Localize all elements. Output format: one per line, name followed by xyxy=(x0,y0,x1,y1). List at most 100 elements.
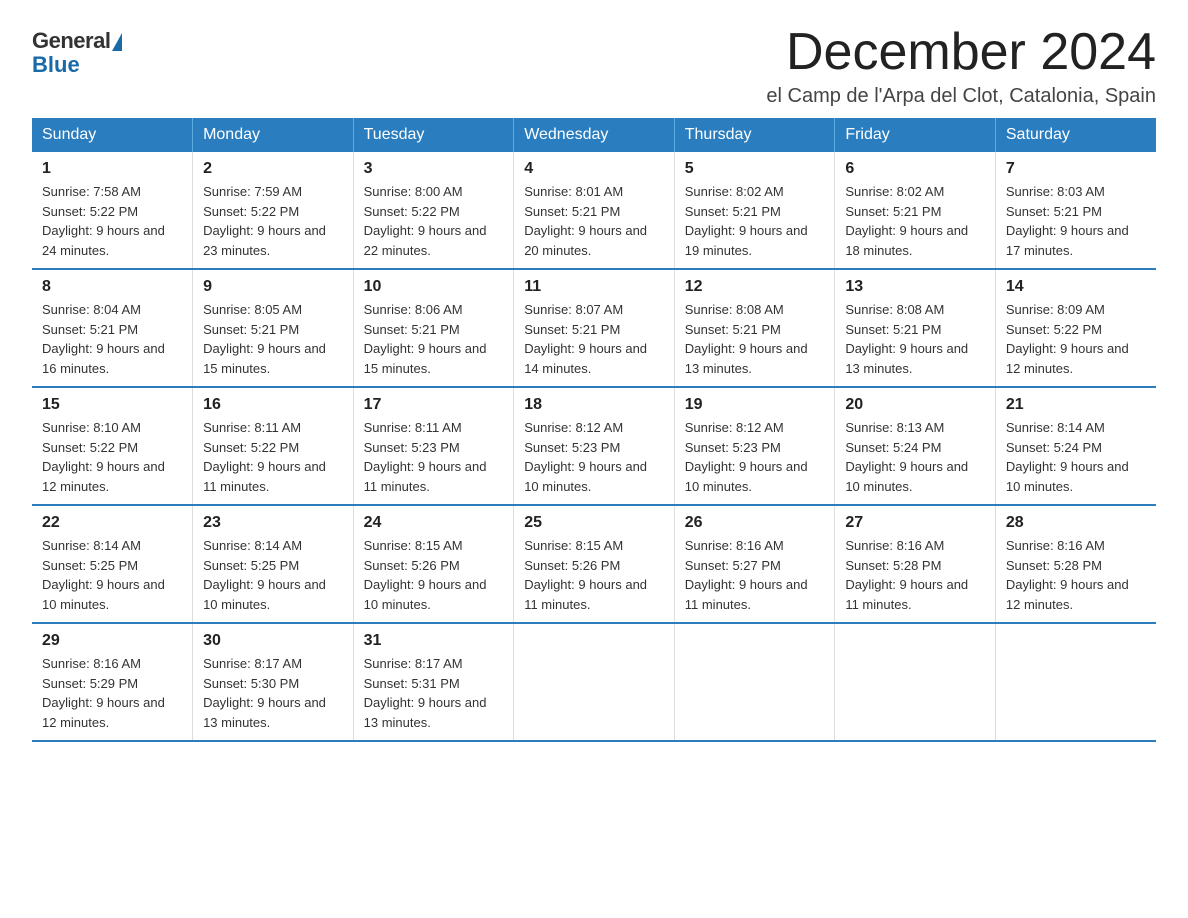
day-number: 27 xyxy=(845,514,985,532)
sunset-label: Sunset: 5:21 PM xyxy=(524,204,620,219)
daylight-label: Daylight: 9 hours and 13 minutes. xyxy=(685,341,808,376)
sunset-label: Sunset: 5:22 PM xyxy=(203,440,299,455)
day-info: Sunrise: 8:03 AM Sunset: 5:21 PM Dayligh… xyxy=(1006,182,1146,260)
daylight-label: Daylight: 9 hours and 10 minutes. xyxy=(364,577,487,612)
sunset-label: Sunset: 5:25 PM xyxy=(42,558,138,573)
sunrise-label: Sunrise: 8:08 AM xyxy=(685,302,784,317)
sunset-label: Sunset: 5:31 PM xyxy=(364,676,460,691)
logo-blue-text: Blue xyxy=(32,52,80,78)
day-info: Sunrise: 8:15 AM Sunset: 5:26 PM Dayligh… xyxy=(364,536,504,614)
day-number: 17 xyxy=(364,396,504,414)
day-info: Sunrise: 8:17 AM Sunset: 5:30 PM Dayligh… xyxy=(203,654,343,732)
sunrise-label: Sunrise: 8:03 AM xyxy=(1006,184,1105,199)
daylight-label: Daylight: 9 hours and 11 minutes. xyxy=(685,577,808,612)
sunset-label: Sunset: 5:21 PM xyxy=(845,204,941,219)
day-info: Sunrise: 8:07 AM Sunset: 5:21 PM Dayligh… xyxy=(524,300,664,378)
table-row: 30 Sunrise: 8:17 AM Sunset: 5:30 PM Dayl… xyxy=(193,623,354,741)
table-row: 4 Sunrise: 8:01 AM Sunset: 5:21 PM Dayli… xyxy=(514,152,675,269)
daylight-label: Daylight: 9 hours and 10 minutes. xyxy=(203,577,326,612)
logo-triangle-icon xyxy=(112,33,122,51)
day-info: Sunrise: 8:04 AM Sunset: 5:21 PM Dayligh… xyxy=(42,300,182,378)
day-info: Sunrise: 8:05 AM Sunset: 5:21 PM Dayligh… xyxy=(203,300,343,378)
day-number: 20 xyxy=(845,396,985,414)
day-info: Sunrise: 8:00 AM Sunset: 5:22 PM Dayligh… xyxy=(364,182,504,260)
sunrise-label: Sunrise: 8:13 AM xyxy=(845,420,944,435)
logo: General Blue xyxy=(32,28,122,78)
col-thursday: Thursday xyxy=(674,118,835,152)
daylight-label: Daylight: 9 hours and 17 minutes. xyxy=(1006,223,1129,258)
table-row: 21 Sunrise: 8:14 AM Sunset: 5:24 PM Dayl… xyxy=(995,387,1156,505)
sunset-label: Sunset: 5:23 PM xyxy=(685,440,781,455)
day-number: 29 xyxy=(42,632,182,650)
daylight-label: Daylight: 9 hours and 12 minutes. xyxy=(1006,341,1129,376)
daylight-label: Daylight: 9 hours and 11 minutes. xyxy=(524,577,647,612)
sunset-label: Sunset: 5:22 PM xyxy=(364,204,460,219)
page-header: General Blue December 2024 el Camp de l'… xyxy=(32,24,1156,108)
daylight-label: Daylight: 9 hours and 12 minutes. xyxy=(42,459,165,494)
daylight-label: Daylight: 9 hours and 12 minutes. xyxy=(1006,577,1129,612)
day-info: Sunrise: 8:08 AM Sunset: 5:21 PM Dayligh… xyxy=(845,300,985,378)
col-saturday: Saturday xyxy=(995,118,1156,152)
daylight-label: Daylight: 9 hours and 24 minutes. xyxy=(42,223,165,258)
day-number: 16 xyxy=(203,396,343,414)
day-number: 1 xyxy=(42,160,182,178)
day-info: Sunrise: 8:14 AM Sunset: 5:25 PM Dayligh… xyxy=(42,536,182,614)
day-number: 14 xyxy=(1006,278,1146,296)
sunset-label: Sunset: 5:28 PM xyxy=(1006,558,1102,573)
sunrise-label: Sunrise: 8:11 AM xyxy=(203,420,301,435)
sunrise-label: Sunrise: 7:58 AM xyxy=(42,184,141,199)
sunrise-label: Sunrise: 8:08 AM xyxy=(845,302,944,317)
sunset-label: Sunset: 5:22 PM xyxy=(42,440,138,455)
daylight-label: Daylight: 9 hours and 13 minutes. xyxy=(845,341,968,376)
day-number: 24 xyxy=(364,514,504,532)
day-info: Sunrise: 8:02 AM Sunset: 5:21 PM Dayligh… xyxy=(685,182,825,260)
calendar-week-row: 15 Sunrise: 8:10 AM Sunset: 5:22 PM Dayl… xyxy=(32,387,1156,505)
daylight-label: Daylight: 9 hours and 13 minutes. xyxy=(203,695,326,730)
day-info: Sunrise: 8:11 AM Sunset: 5:22 PM Dayligh… xyxy=(203,418,343,496)
logo-general-text: General xyxy=(32,28,110,54)
sunrise-label: Sunrise: 8:02 AM xyxy=(685,184,784,199)
day-number: 11 xyxy=(524,278,664,296)
table-row: 3 Sunrise: 8:00 AM Sunset: 5:22 PM Dayli… xyxy=(353,152,514,269)
day-info: Sunrise: 8:14 AM Sunset: 5:25 PM Dayligh… xyxy=(203,536,343,614)
sunrise-label: Sunrise: 8:10 AM xyxy=(42,420,141,435)
day-number: 6 xyxy=(845,160,985,178)
day-number: 8 xyxy=(42,278,182,296)
sunset-label: Sunset: 5:21 PM xyxy=(364,322,460,337)
sunset-label: Sunset: 5:27 PM xyxy=(685,558,781,573)
day-info: Sunrise: 8:13 AM Sunset: 5:24 PM Dayligh… xyxy=(845,418,985,496)
daylight-label: Daylight: 9 hours and 22 minutes. xyxy=(364,223,487,258)
table-row: 29 Sunrise: 8:16 AM Sunset: 5:29 PM Dayl… xyxy=(32,623,193,741)
day-number: 12 xyxy=(685,278,825,296)
table-row: 31 Sunrise: 8:17 AM Sunset: 5:31 PM Dayl… xyxy=(353,623,514,741)
table-row xyxy=(835,623,996,741)
daylight-label: Daylight: 9 hours and 10 minutes. xyxy=(524,459,647,494)
month-title: December 2024 xyxy=(766,24,1156,81)
col-wednesday: Wednesday xyxy=(514,118,675,152)
table-row: 24 Sunrise: 8:15 AM Sunset: 5:26 PM Dayl… xyxy=(353,505,514,623)
sunset-label: Sunset: 5:26 PM xyxy=(524,558,620,573)
day-number: 3 xyxy=(364,160,504,178)
daylight-label: Daylight: 9 hours and 15 minutes. xyxy=(203,341,326,376)
sunrise-label: Sunrise: 8:12 AM xyxy=(524,420,623,435)
daylight-label: Daylight: 9 hours and 11 minutes. xyxy=(364,459,487,494)
sunset-label: Sunset: 5:21 PM xyxy=(845,322,941,337)
table-row: 10 Sunrise: 8:06 AM Sunset: 5:21 PM Dayl… xyxy=(353,269,514,387)
day-number: 2 xyxy=(203,160,343,178)
sunrise-label: Sunrise: 8:06 AM xyxy=(364,302,463,317)
sunrise-label: Sunrise: 8:02 AM xyxy=(845,184,944,199)
sunrise-label: Sunrise: 8:14 AM xyxy=(42,538,141,553)
day-info: Sunrise: 8:16 AM Sunset: 5:28 PM Dayligh… xyxy=(1006,536,1146,614)
sunset-label: Sunset: 5:24 PM xyxy=(1006,440,1102,455)
table-row: 27 Sunrise: 8:16 AM Sunset: 5:28 PM Dayl… xyxy=(835,505,996,623)
table-row: 7 Sunrise: 8:03 AM Sunset: 5:21 PM Dayli… xyxy=(995,152,1156,269)
day-number: 30 xyxy=(203,632,343,650)
day-number: 5 xyxy=(685,160,825,178)
sunrise-label: Sunrise: 7:59 AM xyxy=(203,184,302,199)
sunrise-label: Sunrise: 8:14 AM xyxy=(1006,420,1105,435)
table-row: 1 Sunrise: 7:58 AM Sunset: 5:22 PM Dayli… xyxy=(32,152,193,269)
sunset-label: Sunset: 5:21 PM xyxy=(42,322,138,337)
sunset-label: Sunset: 5:23 PM xyxy=(524,440,620,455)
day-info: Sunrise: 8:09 AM Sunset: 5:22 PM Dayligh… xyxy=(1006,300,1146,378)
day-number: 13 xyxy=(845,278,985,296)
